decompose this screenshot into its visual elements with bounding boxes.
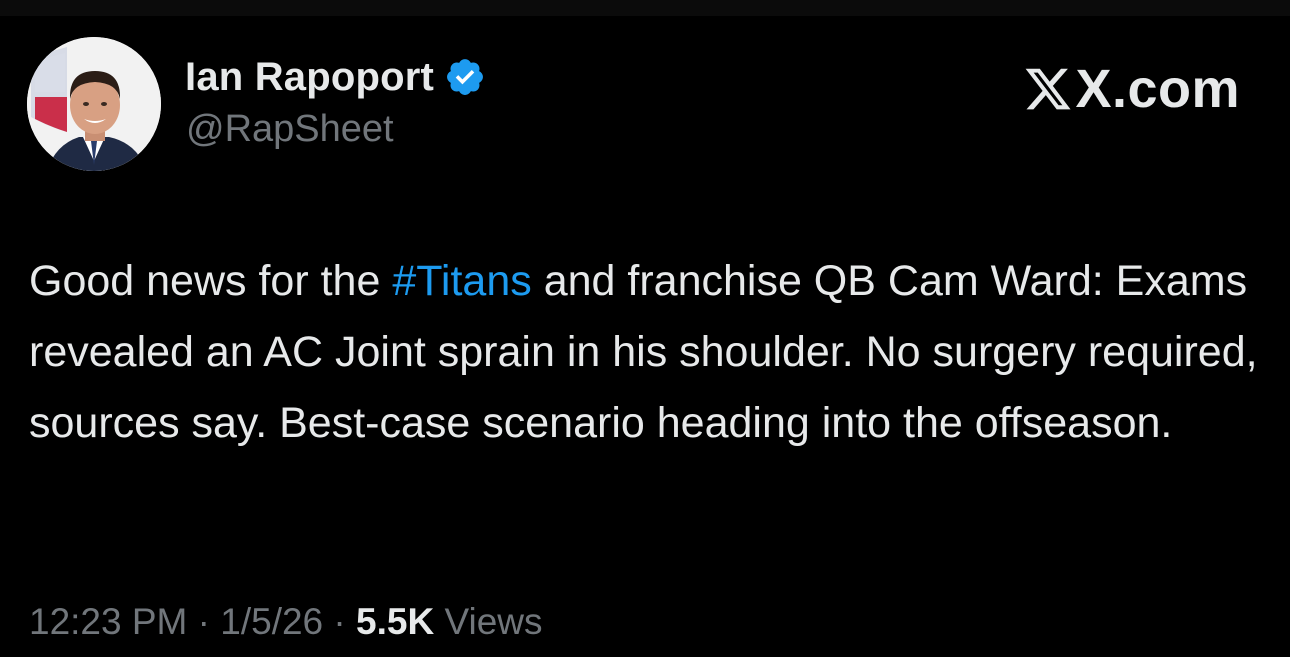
author-handle[interactable]: @RapSheet [186,108,394,151]
author-avatar[interactable] [27,37,161,171]
tweet-time[interactable]: 12:23 PM [29,601,187,642]
brand-text: X.com [1075,59,1240,119]
brand-logo[interactable]: X.com [1023,58,1240,120]
author-display-name[interactable]: Ian Rapoport [185,55,434,100]
views-label: Views [434,601,543,642]
person-photo-avatar-icon [27,37,161,171]
views-count: 5.5K [356,601,435,642]
top-strip [0,0,1290,16]
meta-separator: · [187,601,221,642]
tweet-meta: 12:23 PM · 1/5/26 · 5.5K Views [29,601,543,643]
tweet-text: Good news for the #Titans and franchise … [29,246,1269,459]
author-name-row: Ian Rapoport [185,52,486,102]
verified-badge-icon[interactable] [444,56,486,98]
hashtag-link[interactable]: #Titans [392,257,531,305]
tweet-text-start: Good news for the [29,257,393,305]
meta-separator: · [323,601,357,642]
tweet-date[interactable]: 1/5/26 [220,601,323,642]
x-logo-icon [1023,64,1073,114]
